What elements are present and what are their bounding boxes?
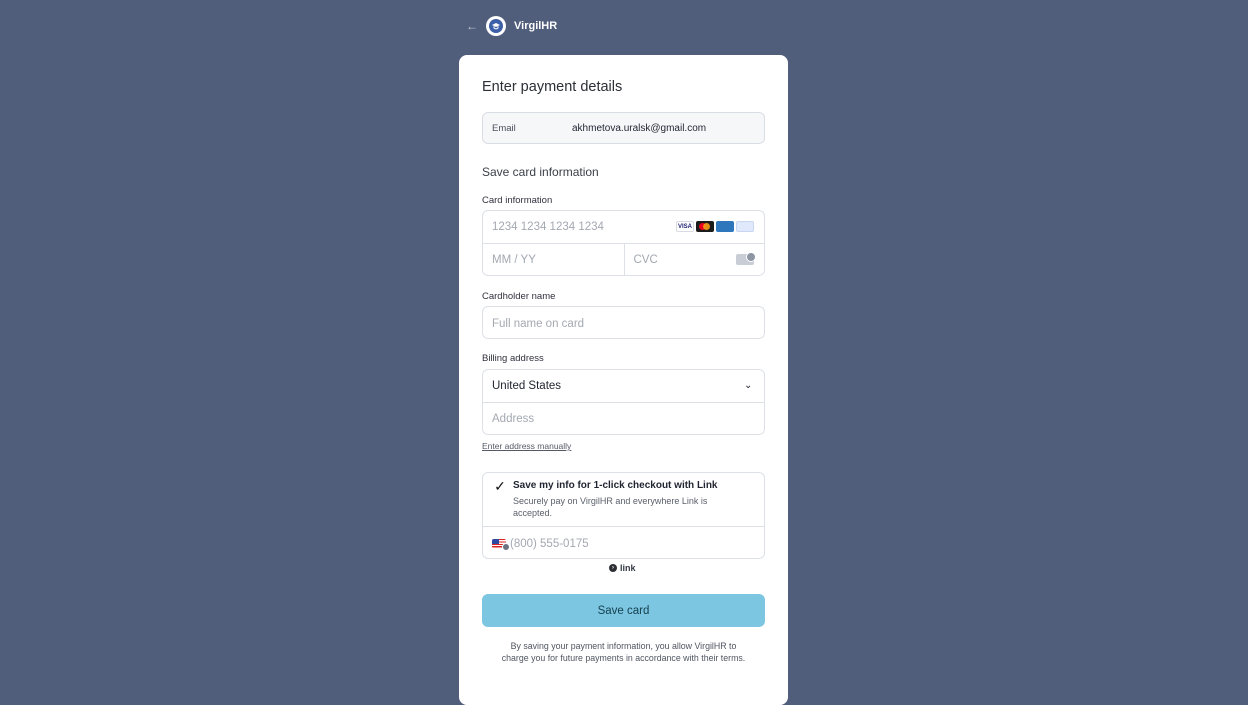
- cvc-card-icon: [736, 252, 756, 265]
- chevron-down-icon: ⌄: [744, 380, 753, 391]
- cvc-placeholder: CVC: [633, 254, 658, 266]
- expiry-cvc-row: MM / YY CVC: [483, 243, 765, 275]
- phone-placeholder: (800) 555-0175: [510, 537, 589, 550]
- brand-name: VirgilHR: [514, 20, 558, 32]
- link-save-title: Save my info for 1-click checkout with L…: [513, 480, 718, 491]
- link-logo-icon: ›: [609, 564, 617, 572]
- top-navigation: ← VirgilHR: [466, 16, 557, 36]
- link-save-subtitle: Securely pay on VirgilHR and everywhere …: [513, 496, 708, 518]
- phone-input-row[interactable]: (800) 555-0175: [483, 527, 764, 558]
- payment-card: Enter payment details Email akhmetova.ur…: [459, 55, 788, 705]
- cvc-field[interactable]: CVC: [623, 244, 765, 275]
- cardholder-name-placeholder: Full name on card: [492, 317, 585, 330]
- checkmark-icon[interactable]: ✓: [493, 478, 507, 494]
- visa-icon: VISA: [676, 221, 694, 232]
- address-cell[interactable]: Address: [483, 403, 535, 434]
- save-card-button[interactable]: Save card: [482, 594, 765, 627]
- save-card-heading: Save card information: [482, 165, 599, 179]
- address-placeholder: Address: [492, 413, 535, 425]
- enter-address-manually-link[interactable]: Enter address manually: [482, 441, 571, 451]
- diners-icon: [736, 221, 754, 232]
- cardholder-name-field[interactable]: Full name on card: [483, 307, 585, 338]
- card-number-row[interactable]: 1234 1234 1234 1234 VISA: [483, 211, 764, 243]
- authorization-text: By saving your payment information, you …: [501, 641, 746, 663]
- cardholder-name-label: Cardholder name: [482, 291, 556, 302]
- email-display: Email akhmetova.uralsk@gmail.com: [482, 112, 765, 144]
- email-label: Email: [492, 122, 516, 134]
- amex-icon: [716, 221, 734, 232]
- cardholder-name-row[interactable]: Full name on card: [483, 307, 764, 338]
- link-save-option[interactable]: ✓ Save my info for 1-click checkout with…: [483, 473, 764, 527]
- email-value: akhmetova.uralsk@gmail.com: [572, 122, 707, 134]
- link-brand-text: link: [620, 563, 636, 573]
- card-number-placeholder: 1234 1234 1234 1234: [492, 221, 604, 233]
- arrow-left-icon[interactable]: ←: [466, 20, 478, 32]
- cardholder-name-input[interactable]: Full name on card: [482, 306, 765, 339]
- page-title: Enter payment details: [482, 79, 623, 95]
- address-field[interactable]: Address: [483, 402, 764, 434]
- country-value-cell: United States: [483, 370, 561, 402]
- virgilhr-logo: [486, 16, 506, 36]
- us-flag-icon: [492, 539, 510, 551]
- mastercard-icon: [696, 221, 714, 232]
- country-select[interactable]: United States ⌄: [483, 370, 764, 402]
- card-information-input-group: 1234 1234 1234 1234 VISA MM / YY CVC: [482, 210, 765, 276]
- expiry-placeholder: MM / YY: [492, 254, 536, 266]
- expiry-field[interactable]: MM / YY: [483, 244, 624, 275]
- card-brand-icons: VISA: [676, 221, 754, 232]
- link-save-box: ✓ Save my info for 1-click checkout with…: [482, 472, 765, 559]
- card-information-label: Card information: [482, 195, 553, 206]
- billing-address-label: Billing address: [482, 353, 544, 364]
- link-brand: › link: [609, 563, 636, 573]
- billing-address-input-group: United States ⌄ Address: [482, 369, 765, 435]
- country-value: United States: [492, 380, 562, 392]
- graduation-cap-icon: [489, 19, 503, 33]
